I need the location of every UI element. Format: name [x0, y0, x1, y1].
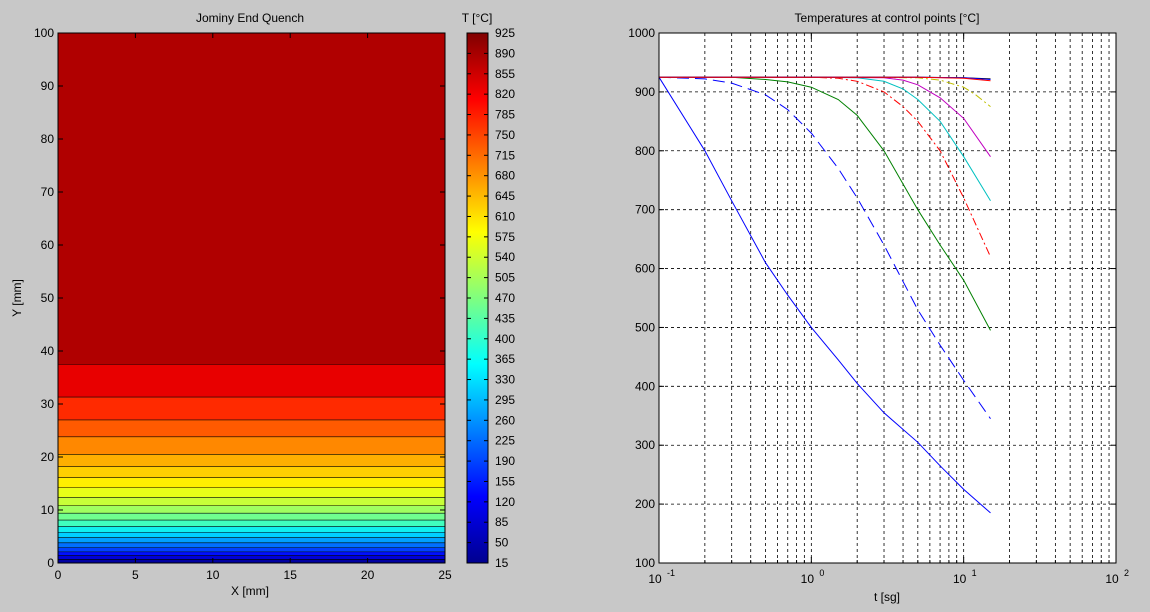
line-y-tick-label: 100: [635, 556, 655, 570]
contour-y-tick-label: 90: [41, 79, 55, 93]
contour-band: [58, 454, 445, 467]
colorbar-tick-label: 295: [495, 393, 515, 407]
colorbar-tick-label: 785: [495, 108, 515, 122]
contour-title: Jominy End Quench: [196, 11, 304, 25]
colorbar: T [°C] 15 50 85 120 155 190 225 260 295 330 365 400…: [462, 11, 516, 570]
contour-y-tick-label: 80: [41, 132, 55, 146]
contour-x-tick-label: 20: [361, 568, 375, 582]
contour-band: [58, 542, 445, 548]
line-y-tick-label: 400: [635, 379, 655, 393]
line-y-tick-label: 700: [635, 203, 655, 217]
contour-band: [58, 33, 445, 365]
line-plot: Temperatures at control points [°C] 10 -1…: [628, 11, 1129, 604]
colorbar-tick-label: 575: [495, 230, 515, 244]
colorbar-tick-label: 330: [495, 373, 515, 387]
line-y-tick-label: 300: [635, 438, 655, 452]
contour-x-tick-label: 25: [438, 568, 452, 582]
line-y-tick-label: 1000: [628, 26, 655, 40]
colorbar-tick-label: 120: [495, 495, 515, 509]
contour-x-tick-label: 5: [132, 568, 139, 582]
contour-y-tick-label: 20: [41, 450, 55, 464]
colorbar-tick-label: 890: [495, 46, 515, 60]
contour-x-tick-label: 10: [206, 568, 220, 582]
colorbar-tick-label: 400: [495, 332, 515, 346]
contour-plot: Jominy End Quench 0 5 10 15 20 25 0 10 20 30 40 50…: [10, 11, 452, 598]
colorbar-tick-label: 610: [495, 209, 515, 223]
colorbar-tick-label: 50: [495, 536, 509, 550]
colorbar-tick-label: 365: [495, 352, 515, 366]
contour-band: [58, 466, 445, 478]
contour-band: [58, 537, 445, 543]
contour-band: [58, 532, 445, 538]
line-y-tick-label: 900: [635, 85, 655, 99]
contour-y-tick-label: 70: [41, 185, 55, 199]
contour-band: [58, 551, 445, 556]
contour-band: [58, 419, 445, 437]
colorbar-tick-label: 505: [495, 271, 515, 285]
line-x-label: t [sg]: [874, 590, 900, 604]
contour-y-label: Y [mm]: [10, 279, 24, 317]
line-x-tick-label: 10: [801, 572, 815, 586]
line-plot-area: [659, 33, 1116, 563]
contour-band: [58, 513, 445, 521]
contour-band: [58, 526, 445, 533]
line-y-tick-label: 500: [635, 320, 655, 334]
contour-y-tick-label: 60: [41, 238, 55, 252]
line-x-tick-exponent: 1: [972, 568, 977, 578]
contour-band: [58, 559, 445, 563]
line-x-tick-label: 10: [953, 572, 967, 586]
colorbar-tick-label: 260: [495, 413, 515, 427]
contour-band: [58, 505, 445, 514]
colorbar-tick-label: 820: [495, 87, 515, 101]
contour-x-tick-label: 15: [284, 568, 298, 582]
colorbar-label: T [°C]: [462, 11, 493, 25]
colorbar-tick-label: 470: [495, 291, 515, 305]
contour-band: [58, 487, 445, 498]
colorbar-tick-label: 155: [495, 474, 515, 488]
line-x-tick-exponent: 0: [819, 568, 824, 578]
contour-y-tick-label: 40: [41, 344, 55, 358]
line-y-tick-label: 600: [635, 262, 655, 276]
colorbar-tick-label: 925: [495, 26, 515, 40]
contour-y-tick-label: 0: [47, 556, 54, 570]
line-x-tick-label: 10: [1105, 572, 1119, 586]
line-x-tick-exponent: 2: [1124, 568, 1129, 578]
contour-band: [58, 436, 445, 455]
contour-x-tick-label: 0: [55, 568, 62, 582]
line-y-tick-label: 200: [635, 497, 655, 511]
contour-band: [58, 555, 445, 560]
line-title: Temperatures at control points [°C]: [795, 11, 980, 25]
colorbar-tick-label: 225: [495, 434, 515, 448]
line-y-tick-label: 800: [635, 144, 655, 158]
contour-band: [58, 397, 445, 420]
colorbar-tick-label: 855: [495, 67, 515, 81]
colorbar-tick-label: 540: [495, 250, 515, 264]
contour-band: [58, 497, 445, 506]
contour-band: [58, 520, 445, 527]
contour-y-tick-label: 30: [41, 397, 55, 411]
colorbar-tick-label: 645: [495, 189, 515, 203]
colorbar-tick-label: 750: [495, 128, 515, 142]
contour-y-tick-label: 10: [41, 503, 55, 517]
contour-band: [58, 477, 445, 488]
contour-y-tick-label: 100: [34, 26, 54, 40]
colorbar-tick-label: 435: [495, 311, 515, 325]
contour-band: [58, 547, 445, 552]
line-x-tick-label: 10: [648, 572, 662, 586]
colorbar-tick-label: 85: [495, 515, 509, 529]
contour-y-tick-label: 50: [41, 291, 55, 305]
contour-bands: [58, 33, 445, 564]
figure: Jominy End Quench 0 5 10 15 20 25 01020304050…: [10, 11, 1129, 604]
contour-band: [58, 364, 445, 398]
colorbar-tick-label: 680: [495, 169, 515, 183]
contour-x-label: X [mm]: [231, 584, 269, 598]
colorbar-tick-label: 190: [495, 454, 515, 468]
colorbar-tick-label: 715: [495, 148, 515, 162]
colorbar-tick-label: 15: [495, 556, 509, 570]
line-x-tick-exponent: -1: [667, 568, 675, 578]
